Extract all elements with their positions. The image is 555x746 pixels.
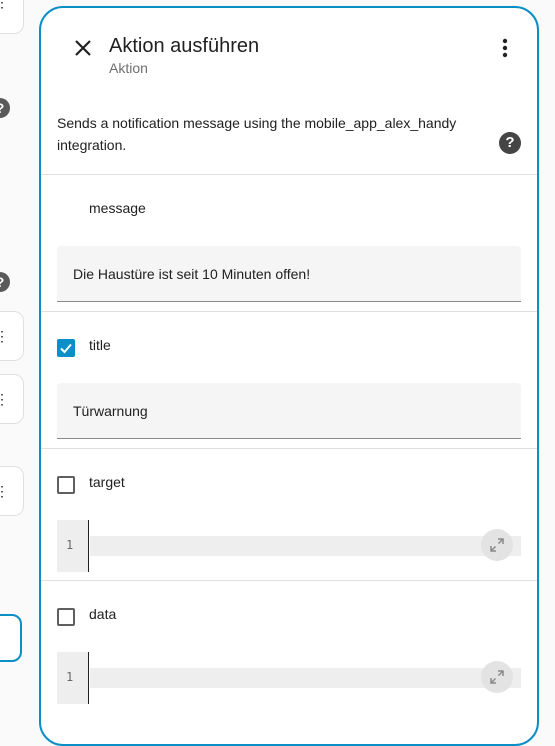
background-card[interactable]: ⋮ [0,0,24,34]
target-checkbox[interactable] [57,476,75,494]
dialog-header: Aktion ausführen Aktion [41,8,537,98]
message-input-value: Die Haustüre ist seit 10 Minuten offen! [73,266,311,282]
target-label: target [89,474,125,490]
help-circle-icon[interactable]: ? [499,132,521,154]
dialog-title: Aktion ausführen [109,35,260,57]
check-icon [60,343,72,354]
divider [41,580,537,581]
action-description: Sends a notification message using the m… [57,115,457,153]
perform-action-dialog: Aktion ausführen Aktion Sends a notifica… [39,6,539,746]
more-vertical-icon[interactable]: ⋮ [0,329,9,343]
data-label: data [89,606,117,622]
title-label: title [89,337,111,353]
line-number: 1 [66,670,74,684]
expand-button[interactable] [481,661,513,693]
code-line[interactable] [90,668,521,688]
background-card[interactable]: ⋮ [0,311,24,361]
dialog-subtitle: Aktion [109,60,148,76]
more-vertical-icon[interactable]: ⋮ [0,0,9,9]
title-input-value: Türwarnung [73,403,148,419]
data-checkbox[interactable] [57,608,75,626]
message-input[interactable]: Die Haustüre ist seit 10 Minuten offen! [57,246,521,302]
more-vertical-icon[interactable]: ⋮ [0,631,6,645]
background-card[interactable]: ⋮ [0,614,22,662]
target-code-editor[interactable]: 1 [57,520,521,572]
background-card[interactable]: ⋮ [0,374,24,424]
title-input[interactable]: Türwarnung [57,383,521,439]
divider [41,311,537,312]
title-checkbox[interactable] [57,339,75,357]
expand-button[interactable] [481,529,513,561]
close-button[interactable] [65,30,101,66]
divider [41,448,537,449]
data-code-editor[interactable]: 1 [57,652,521,704]
expand-icon [490,670,504,684]
more-vertical-icon [502,38,508,58]
more-vertical-icon[interactable]: ⋮ [0,392,9,406]
divider [41,174,537,175]
line-number: 1 [66,538,74,552]
expand-icon [490,538,504,552]
background-card[interactable]: ⋮ [0,466,24,516]
message-label: message [89,200,146,216]
overflow-menu-button[interactable] [489,32,521,64]
close-icon [75,40,91,56]
more-vertical-icon[interactable]: ⋮ [0,484,9,498]
code-line[interactable] [90,536,521,556]
